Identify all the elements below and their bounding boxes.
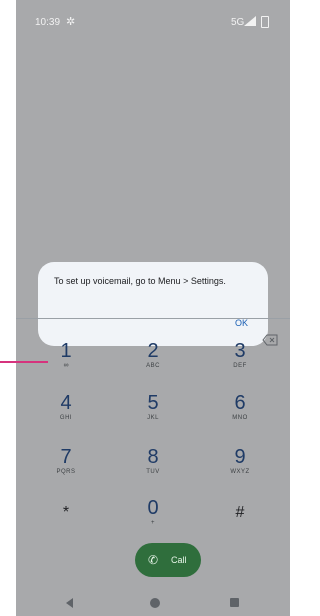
navigation-bar [16, 590, 290, 616]
back-icon[interactable] [66, 598, 73, 608]
key-letters: TUV [146, 469, 160, 475]
key-digit: 8 [147, 446, 159, 468]
dialog-ok-button[interactable]: OK [235, 318, 248, 328]
screen-border-right [290, 0, 296, 616]
key-digit: 3 [234, 340, 246, 362]
home-icon[interactable] [150, 598, 160, 608]
dial-key-3[interactable]: 3 DEF [210, 341, 270, 381]
call-button[interactable]: ✆ Call [135, 543, 201, 577]
key-digit: * [62, 504, 70, 521]
signal-icon [244, 16, 256, 26]
key-digit: 1 [60, 340, 72, 362]
key-digit: 9 [234, 446, 246, 468]
key-letters: ABC [146, 363, 160, 369]
network-label: 5G [231, 17, 245, 28]
key-letters: JKL [147, 415, 159, 421]
key-digit: 4 [60, 392, 72, 414]
key-digit: 2 [147, 340, 159, 362]
dial-key-9[interactable]: 9 WXYZ [210, 447, 270, 487]
phone-icon: ✆ [148, 553, 159, 567]
key-digit: 0 [147, 497, 159, 519]
dial-key-star[interactable]: * [36, 503, 96, 543]
status-time: 10:39 [35, 17, 61, 28]
dial-key-8[interactable]: 8 TUV [123, 447, 183, 487]
gear-icon: ✲ [66, 16, 76, 28]
status-bar: 10:39 ✲ 5G [16, 0, 290, 34]
dialpad-divider [16, 318, 290, 319]
recents-icon[interactable] [230, 598, 239, 607]
key-letters: GHI [59, 415, 73, 421]
dial-key-hash[interactable]: # [210, 503, 270, 543]
voicemail-icon: ∞ [63, 362, 69, 369]
phone-screen: 10:39 ✲ 5G To set up voicemail, go to Me… [16, 0, 290, 616]
key-letters: PQRS [56, 469, 76, 475]
key-digit: 6 [234, 392, 246, 414]
dial-key-7[interactable]: 7 PQRS [36, 447, 96, 487]
key-letters: MNO [232, 415, 248, 421]
battery-icon [261, 16, 269, 28]
key-letters: WXYZ [230, 469, 250, 475]
call-label: Call [171, 555, 187, 565]
key-letters: DEF [233, 363, 247, 369]
key-digit: 5 [147, 392, 159, 414]
dial-key-2[interactable]: 2 ABC [123, 341, 183, 381]
voicemail-dialog: To set up voicemail, go to Menu > Settin… [38, 262, 268, 346]
dial-key-0[interactable]: 0 + [123, 498, 183, 538]
dial-key-5[interactable]: 5 JKL [123, 393, 183, 433]
annotation-pointer [0, 361, 48, 363]
key-letters: + [150, 520, 155, 526]
key-digit: # [235, 504, 245, 521]
dial-key-4[interactable]: 4 GHI [36, 393, 96, 433]
dialog-message: To set up voicemail, go to Menu > Settin… [54, 276, 226, 286]
screen-border-left [0, 0, 16, 616]
key-digit: 7 [60, 446, 72, 468]
dial-key-6[interactable]: 6 MNO [210, 393, 270, 433]
